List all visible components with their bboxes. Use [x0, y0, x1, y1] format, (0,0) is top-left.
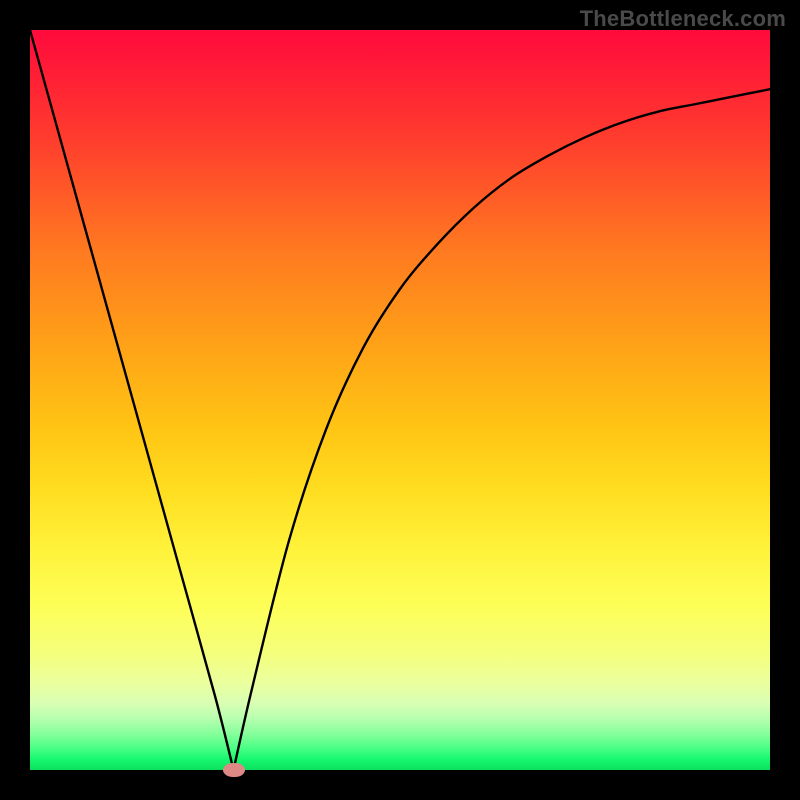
watermark-text: TheBottleneck.com — [580, 6, 786, 32]
curve-svg — [30, 30, 770, 770]
plot-area — [30, 30, 770, 770]
bottleneck-curve-path — [30, 30, 770, 770]
minimum-marker — [223, 763, 245, 777]
chart-frame: TheBottleneck.com — [0, 0, 800, 800]
